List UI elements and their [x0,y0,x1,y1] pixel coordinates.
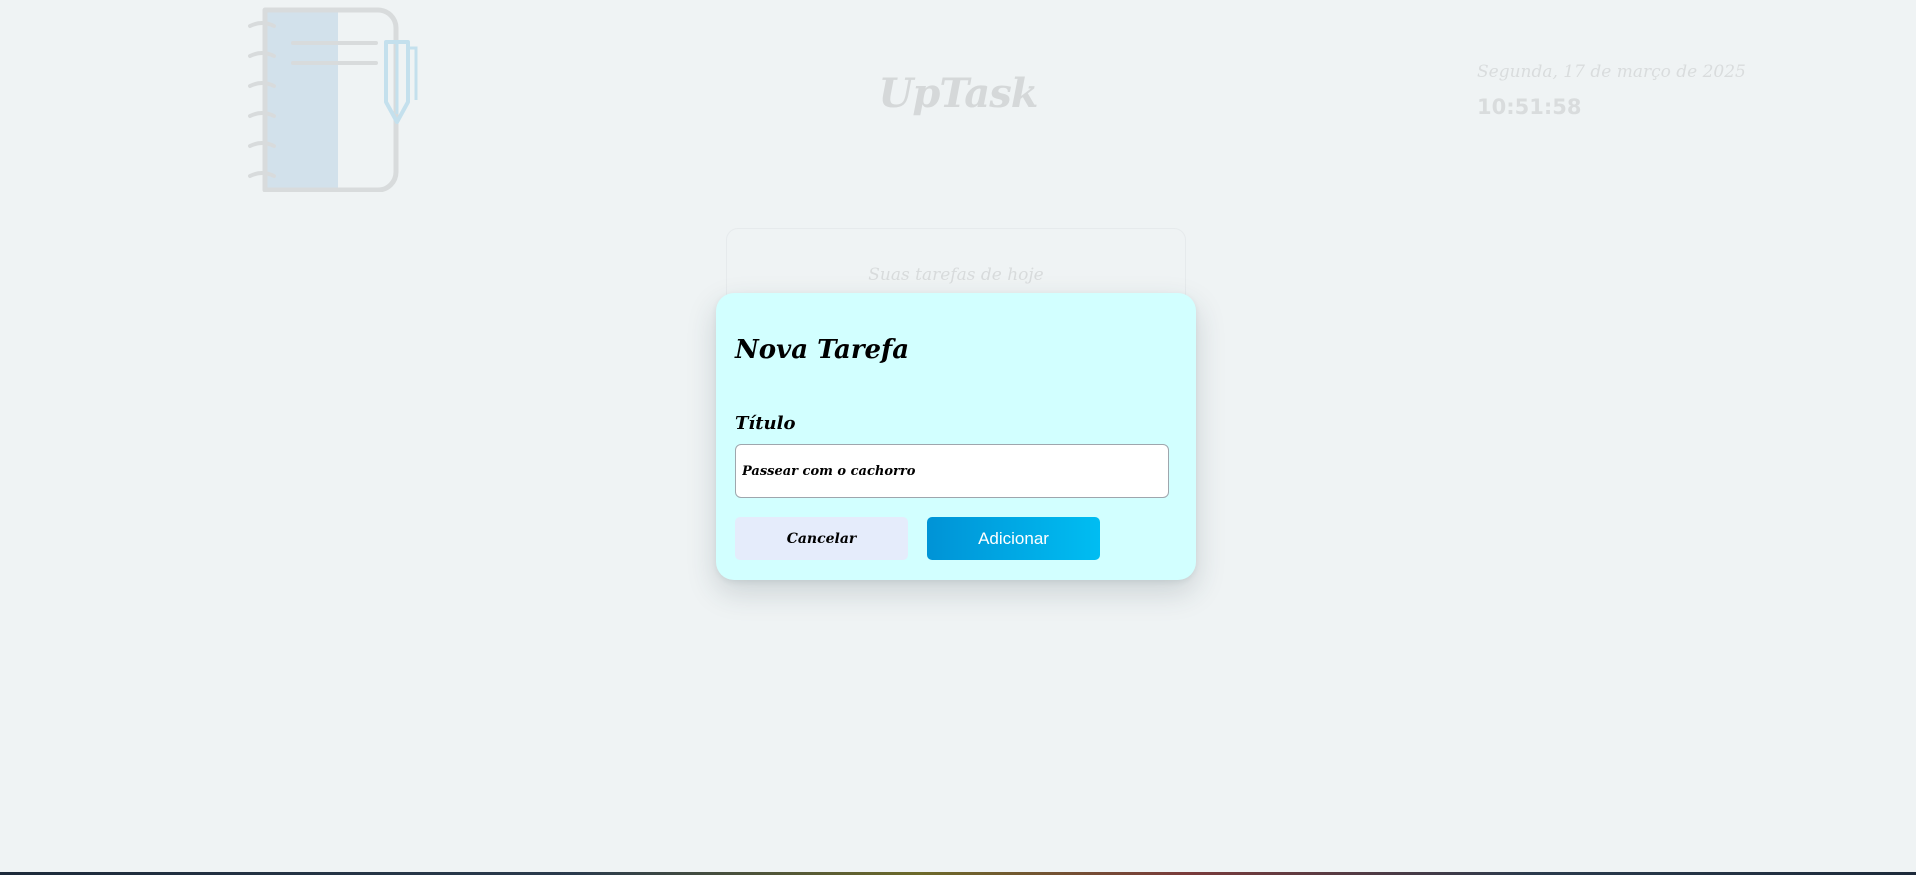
date-time-display: Segunda, 17 de março de 2025 10:51:58 [1477,62,1746,119]
cancel-button[interactable]: Cancelar [735,517,908,560]
title-field-label: Título [735,413,796,434]
modal-title: Nova Tarefa [735,335,910,365]
current-date: Segunda, 17 de março de 2025 [1477,62,1746,82]
add-button[interactable]: Adicionar [927,517,1100,560]
tasks-card-title: Suas tarefas de hoje [868,265,1044,285]
task-title-input[interactable] [735,444,1169,498]
new-task-modal: Nova Tarefa Título Cancelar Adicionar [716,293,1196,580]
current-time: 10:51:58 [1477,95,1582,119]
